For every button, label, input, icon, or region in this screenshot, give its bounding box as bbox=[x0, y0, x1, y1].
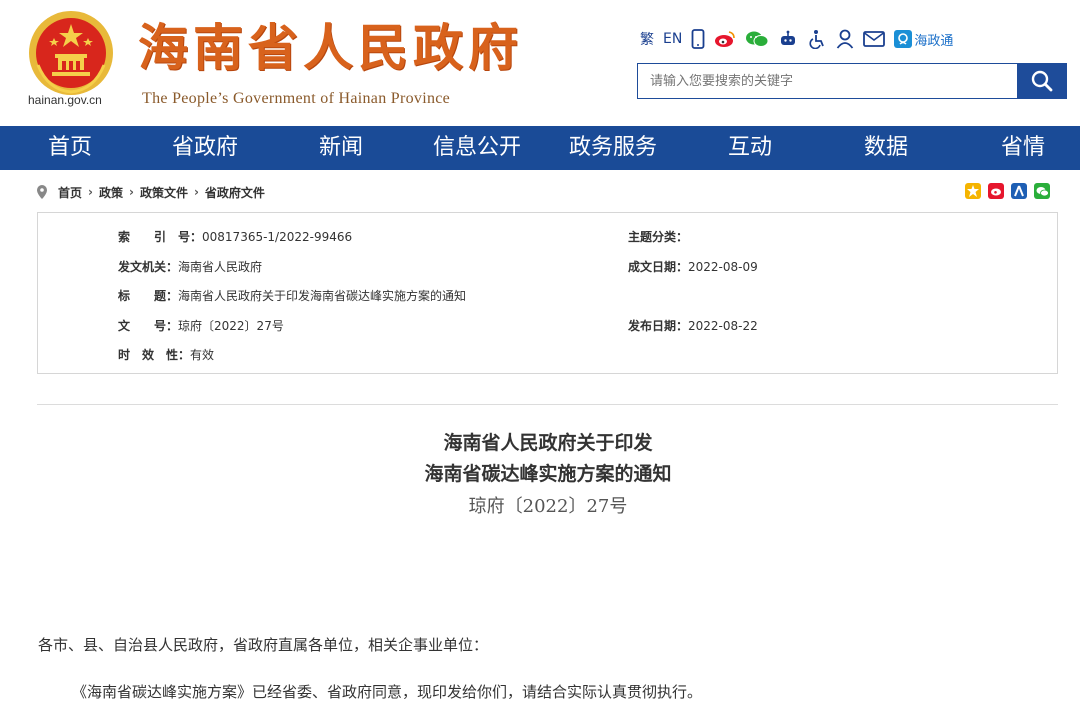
nav-item-data[interactable]: 数据 bbox=[864, 126, 908, 170]
meta-pubdate-row: 发布日期：2022-08-22 bbox=[628, 317, 758, 334]
meta-title-value: 海南省人民政府关于印发海南省碳达峰实施方案的通知 bbox=[178, 289, 467, 303]
search-icon bbox=[1031, 70, 1052, 92]
meta-topic-label: 主题分类： bbox=[628, 230, 689, 244]
site-header: hainan.gov.cn 海南省人民政府 The People’s Gover… bbox=[0, 0, 1080, 126]
nav-item-info-disclosure[interactable]: 信息公开 bbox=[433, 126, 521, 170]
top-toolbar: 繁 EN 海政通 bbox=[640, 26, 953, 52]
breadcrumb-policy[interactable]: 政策 bbox=[99, 184, 123, 201]
meta-issuer-row: 发文机关：海南省人民政府 bbox=[118, 258, 262, 275]
hainan-zhengtong-link[interactable]: 海政通 bbox=[894, 30, 953, 49]
mobile-icon[interactable] bbox=[691, 29, 705, 49]
meta-docno-row: 文 号：琼府〔2022〕27号 bbox=[118, 317, 284, 334]
hainan-zhengtong-icon bbox=[894, 30, 913, 48]
breadcrumb-provincial-documents[interactable]: 省政府文件 bbox=[205, 184, 265, 201]
mail-icon[interactable] bbox=[863, 31, 886, 47]
nav-item-provincial-government[interactable]: 省政府 bbox=[172, 126, 238, 170]
accessibility-icon[interactable] bbox=[807, 29, 827, 49]
search-button[interactable] bbox=[1017, 64, 1066, 98]
meta-index-label: 索 引 号： bbox=[118, 230, 203, 244]
hainan-zhengtong-label: 海政通 bbox=[914, 33, 954, 49]
document-title-line2: 海南省碳达峰实施方案的通知 bbox=[424, 463, 672, 485]
document-number: 琼府〔2022〕27号 bbox=[468, 496, 628, 517]
meta-date-value: 2022-08-09 bbox=[688, 260, 758, 274]
nav-item-province-overview[interactable]: 省情 bbox=[1001, 126, 1045, 170]
meta-date-row: 成文日期：2022-08-09 bbox=[628, 258, 758, 275]
nav-item-news[interactable]: 新闻 bbox=[319, 126, 363, 170]
site-subtitle: The People’s Government of Hainan Provin… bbox=[142, 90, 451, 107]
nav-item-home[interactable]: 首页 bbox=[48, 126, 92, 170]
robot-assistant-icon[interactable] bbox=[778, 30, 798, 48]
meta-issuer-value: 海南省人民政府 bbox=[178, 260, 263, 274]
renren-share-icon[interactable] bbox=[1011, 183, 1027, 199]
content-divider bbox=[37, 404, 1058, 405]
share-bar bbox=[965, 183, 1050, 199]
breadcrumb: 首页 › 政策 › 政策文件 › 省政府文件 bbox=[36, 183, 265, 201]
meta-date-label: 成文日期： bbox=[628, 260, 689, 274]
document-title-line1: 海南省人民政府关于印发 bbox=[443, 432, 653, 454]
traditional-chinese-link[interactable]: 繁 bbox=[640, 29, 654, 49]
breadcrumb-separator: › bbox=[88, 185, 93, 199]
meta-title-row: 标 题：海南省人民政府关于印发海南省碳达峰实施方案的通知 bbox=[118, 287, 466, 304]
english-link[interactable]: EN bbox=[663, 31, 682, 47]
location-pin-icon bbox=[37, 185, 47, 199]
search-input[interactable] bbox=[638, 64, 1018, 98]
meta-topic-row: 主题分类： bbox=[628, 228, 688, 245]
breadcrumb-home[interactable]: 首页 bbox=[58, 184, 82, 201]
meta-docno-value: 琼府〔2022〕27号 bbox=[178, 319, 284, 333]
document-salutation: 各市、县、自治县人民政府，省政府直属各单位，相关企事业单位： bbox=[38, 636, 489, 654]
meta-docno-label: 文 号： bbox=[118, 319, 179, 333]
meta-validity-label: 时 效 性： bbox=[118, 348, 191, 362]
breadcrumb-separator: › bbox=[128, 185, 134, 199]
weibo-icon[interactable] bbox=[714, 30, 736, 48]
user-login-icon[interactable] bbox=[836, 29, 854, 49]
site-domain: hainan.gov.cn bbox=[28, 93, 102, 107]
document-body-paragraph: 《海南省碳达峰实施方案》已经省委、省政府同意，现印发给你们，请结合实际认真贯彻执… bbox=[72, 683, 703, 701]
meta-validity-row: 时 效 性：有效 bbox=[118, 346, 214, 363]
meta-pubdate-value: 2022-08-22 bbox=[688, 319, 758, 333]
meta-title-label: 标 题： bbox=[118, 289, 179, 303]
site-title[interactable]: 海南省人民政府 bbox=[138, 18, 523, 78]
qzone-share-icon[interactable] bbox=[965, 183, 981, 199]
breadcrumb-separator: › bbox=[193, 185, 199, 199]
wechat-icon[interactable] bbox=[745, 30, 769, 48]
meta-validity-value: 有效 bbox=[190, 348, 215, 362]
wechat-share-icon[interactable] bbox=[1034, 183, 1050, 199]
main-nav: 首页 省政府 新闻 信息公开 政务服务 互动 数据 省情 bbox=[0, 126, 1080, 170]
national-emblem-icon[interactable] bbox=[28, 10, 114, 96]
nav-item-government-services[interactable]: 政务服务 bbox=[569, 126, 657, 170]
weibo-share-icon[interactable] bbox=[988, 183, 1004, 199]
search-box bbox=[637, 63, 1067, 99]
document-metadata-panel: 索 引 号：00817365-1/2022-99466 主题分类： 发文机关：海… bbox=[37, 212, 1058, 374]
meta-pubdate-label: 发布日期： bbox=[628, 319, 689, 333]
meta-issuer-label: 发文机关： bbox=[118, 260, 179, 274]
nav-item-interaction[interactable]: 互动 bbox=[728, 126, 772, 170]
breadcrumb-policy-documents[interactable]: 政策文件 bbox=[140, 184, 188, 201]
meta-index-value: 00817365-1/2022-99466 bbox=[202, 230, 353, 244]
meta-index-row: 索 引 号：00817365-1/2022-99466 bbox=[118, 228, 352, 245]
